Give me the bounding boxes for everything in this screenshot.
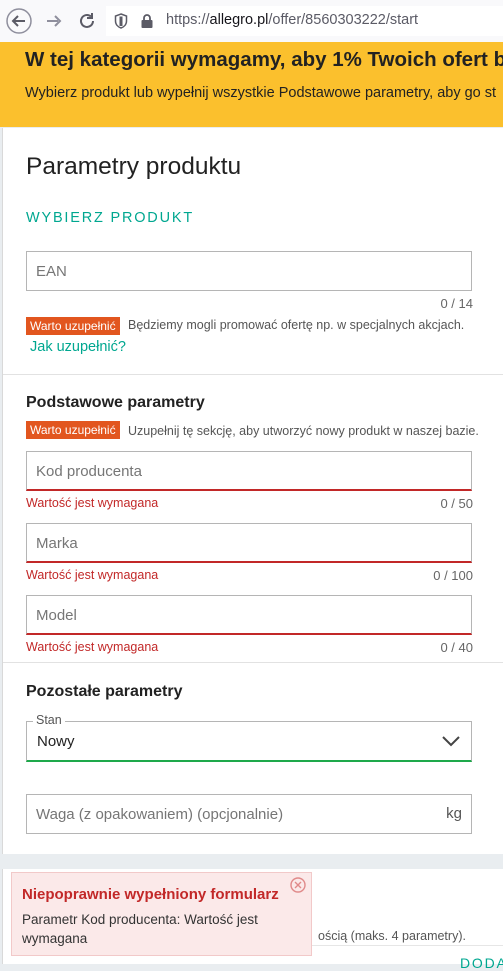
lower-section-hint: ością (maks. 4 parametry).	[318, 929, 466, 943]
other-parameters-title: Pozostałe parametry	[26, 683, 183, 700]
brand-error: Wartość jest wymagana	[26, 568, 159, 582]
lock-icon[interactable]	[140, 13, 154, 29]
condition-select[interactable]: Stan Nowy	[26, 713, 472, 762]
ean-placeholder: EAN	[36, 263, 67, 280]
form-error-toast: Niepoprawnie wypełniony formularz Parame…	[11, 872, 312, 956]
producer-code-placeholder: Kod producenta	[36, 463, 142, 480]
url-path: /offer/8560303222/start	[268, 12, 419, 28]
ean-worth-filling-badge: Warto uzupełnić	[26, 317, 120, 335]
reload-svg	[80, 13, 94, 28]
choose-product-link[interactable]: WYBIERZ PRODUKT	[26, 210, 194, 226]
model-placeholder: Model	[36, 607, 77, 624]
brand-counter: 0 / 100	[433, 568, 473, 583]
add-parameter-link[interactable]: DODA	[460, 955, 503, 971]
ean-hint: Będziemy mogli promować ofertę np. w spe…	[128, 318, 465, 332]
weight-unit: kg	[446, 805, 462, 822]
brand-placeholder: Marka	[36, 535, 78, 552]
toast-message: Parametr Kod producenta: Wartość jest wy…	[22, 912, 258, 946]
lower-divider	[311, 945, 503, 946]
producer-code-counter: 0 / 50	[440, 496, 473, 511]
ean-input[interactable]: EAN	[26, 251, 472, 291]
banner-title: W tej kategorii wymagamy, aby 1% Twoich …	[25, 48, 503, 71]
model-counter: 0 / 40	[440, 640, 473, 655]
page-title: Parametry produktu	[26, 153, 242, 180]
toast-title: Niepoprawnie wypełniony formularz	[22, 886, 279, 903]
how-to-fill-link[interactable]: Jak uzupełnić?	[30, 339, 126, 355]
brand-input[interactable]: Marka	[26, 523, 472, 563]
basic-hint: Uzupełnij tę sekcję, aby utworzyć nowy p…	[128, 424, 479, 438]
url-prefix: https://	[166, 12, 210, 28]
back-arrow-icon[interactable]	[6, 8, 32, 34]
reload-icon[interactable]	[74, 8, 100, 34]
producer-code-error: Wartość jest wymagana	[26, 496, 159, 510]
basic-worth-filling-badge: Warto uzupełnić	[26, 421, 120, 439]
basic-parameters-title: Podstawowe parametry	[26, 394, 205, 411]
requirement-banner: W tej kategorii wymagamy, aby 1% Twoich …	[0, 42, 503, 127]
condition-value: Nowy	[37, 733, 75, 750]
section-divider	[3, 662, 503, 663]
producer-code-input[interactable]: Kod producenta	[26, 451, 472, 491]
banner-subtitle: Wybierz produkt lub wypełnij wszystkie P…	[25, 85, 497, 101]
condition-label: Stan	[33, 713, 65, 727]
weight-placeholder: Waga (z opakowaniem) (opcjonalnie)	[36, 806, 284, 823]
close-icon[interactable]	[290, 877, 306, 893]
chevron-down-icon[interactable]	[441, 734, 461, 748]
tracking-shield-icon[interactable]	[114, 13, 128, 29]
url-text: https://allegro.pl/offer/8560303222/star…	[166, 12, 418, 28]
address-bar[interactable]: https://allegro.pl/offer/8560303222/star…	[106, 6, 503, 36]
back-arrow-svg	[6, 8, 32, 34]
forward-arrow-svg	[47, 15, 62, 27]
ean-counter: 0 / 14	[440, 296, 473, 311]
section-divider	[3, 374, 503, 375]
url-host: allegro.pl	[209, 12, 269, 28]
product-parameters-card: Parametry produktu WYBIERZ PRODUKT EAN 0…	[2, 128, 503, 854]
forward-arrow-icon[interactable]	[41, 8, 67, 34]
model-input[interactable]: Model	[26, 595, 472, 635]
weight-input[interactable]: Waga (z opakowaniem) (opcjonalnie) kg	[26, 794, 472, 834]
browser-toolbar: https://allegro.pl/offer/8560303222/star…	[0, 0, 503, 43]
model-error: Wartość jest wymagana	[26, 640, 159, 654]
